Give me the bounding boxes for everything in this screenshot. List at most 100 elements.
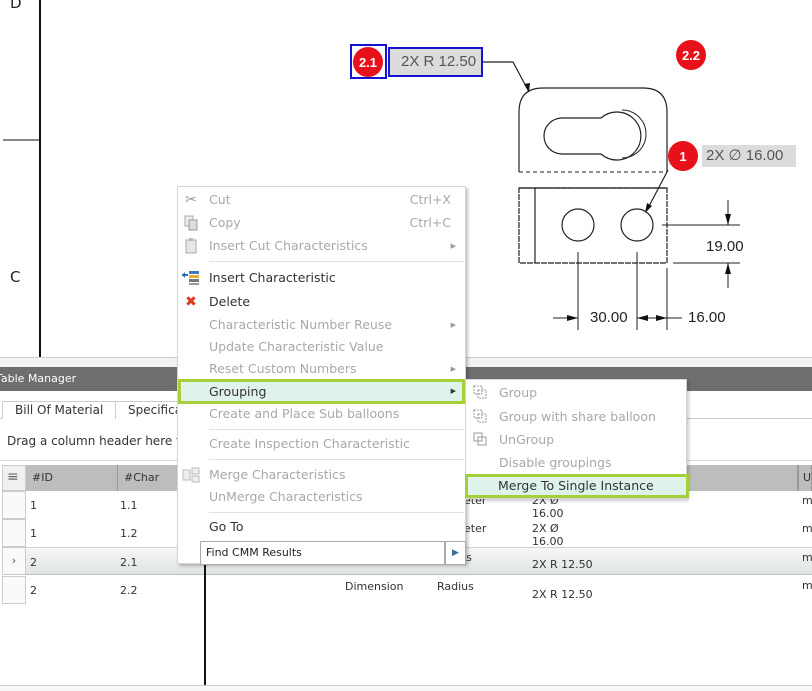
balloon-2-1[interactable]: 2.1 [353, 47, 383, 77]
dimension-spacing[interactable]: 30.00 [590, 309, 628, 326]
menu-item-label: Copy [209, 215, 241, 230]
menu-item-merge-characteristics[interactable]: Merge Characteristics [178, 464, 465, 486]
menu-item-label: Reset Custom Numbers [209, 361, 357, 376]
column-header-id[interactable]: #ID [26, 465, 118, 491]
submenu-item-ungroup[interactable]: UnGroup [466, 428, 686, 451]
menu-item-create-inspection-characteristic[interactable]: Create Inspection Characteristic [178, 433, 465, 455]
cell-id: 1 [30, 499, 37, 512]
scissors-icon: ✂ [185, 192, 197, 208]
menu-item-label: Cut [209, 192, 231, 207]
leader-line-2-1 [483, 61, 530, 93]
cell-char: 2.1 [120, 556, 138, 569]
menu-item-cut[interactable]: ✂ Cut Ctrl+X [178, 189, 465, 211]
insert-characteristic-icon [182, 270, 200, 286]
row-header[interactable] [2, 491, 26, 519]
dimension-edge[interactable]: 16.00 [688, 309, 726, 326]
zone-letter-d: D [10, 0, 22, 12]
part-outline-upper [518, 87, 668, 172]
menu-item-insert-characteristic[interactable]: Insert Characteristic [178, 267, 465, 289]
keyhole-slot [543, 111, 642, 161]
find-cmm-results-button[interactable]: ▶ [445, 541, 466, 565]
column-chooser-icon[interactable]: ≡ [2, 465, 26, 491]
menu-item-reset-custom-numbers[interactable]: Reset Custom Numbers ▶ [178, 358, 465, 380]
menu-item-label: Insert Characteristic [209, 270, 336, 285]
submenu-item-label: Disable groupings [499, 455, 612, 470]
submenu-item-group-with-share-balloon[interactable]: Group with share balloon [466, 405, 686, 428]
cell-value-line1: 2X Ø [532, 522, 559, 535]
submenu-arrow-icon: ▶ [450, 242, 456, 250]
find-cmm-results-field[interactable]: Find CMM Results [200, 541, 445, 565]
cell-unit: m [802, 579, 812, 592]
balloon-2-2[interactable]: 2.2 [676, 40, 706, 70]
cell-value: 2X Ø 16.00 [532, 522, 564, 548]
menu-item-go-to[interactable]: Go To [178, 516, 465, 538]
column-header-unit[interactable]: U [798, 465, 812, 491]
row-indicator[interactable]: › [2, 547, 26, 575]
cell-unit: m [802, 551, 812, 564]
menu-item-copy[interactable]: Copy Ctrl+C [178, 212, 465, 234]
menu-item-label: Create and Place Sub balloons [209, 406, 400, 421]
dimension-height[interactable]: 19.00 [706, 238, 744, 255]
submenu-item-label: Group with share balloon [499, 409, 656, 424]
menu-item-label: Create Inspection Characteristic [209, 436, 410, 451]
group-share-icon [472, 408, 488, 424]
menu-item-create-place-sub-balloons[interactable]: Create and Place Sub balloons [178, 403, 465, 425]
menu-item-label: Insert Cut Characteristics [209, 238, 368, 253]
menu-item-update-characteristic-value[interactable]: Update Characteristic Value [178, 336, 465, 358]
grouping-submenu: Group Group with share balloon UnGroup D… [465, 379, 689, 499]
cell-char: 2.2 [120, 584, 138, 597]
submenu-item-group[interactable]: Group [466, 381, 686, 404]
menu-item-delete[interactable]: ✖ Delete [178, 291, 465, 313]
menu-item-label: Delete [209, 294, 251, 309]
submenu-item-label: Merge To Single Instance [498, 478, 654, 493]
menu-item-shortcut: Ctrl+X [409, 192, 451, 207]
hole-right [620, 208, 654, 242]
submenu-item-label: UnGroup [499, 432, 555, 447]
menu-item-shortcut: Ctrl+C [409, 215, 451, 230]
menu-item-label: UnMerge Characteristics [209, 489, 363, 504]
menu-item-label: Merge Characteristics [209, 467, 346, 482]
cell-char: 1.1 [120, 499, 138, 512]
menu-item-grouping[interactable]: Grouping ▶ [178, 379, 465, 404]
cell-id: 2 [30, 584, 37, 597]
row-header[interactable] [2, 519, 26, 547]
cell-id: 1 [30, 527, 37, 540]
submenu-arrow-icon: ▶ [450, 387, 456, 395]
menu-item-label: Grouping [209, 384, 267, 399]
submenu-arrow-icon: ▶ [450, 321, 456, 329]
cell-char: 1.2 [120, 527, 138, 540]
submenu-item-disable-groupings[interactable]: Disable groupings [466, 451, 686, 474]
table-row[interactable]: 2 2.2 Dimension Radius 2X R 12.50 m [2, 576, 812, 604]
copy-icon [182, 215, 200, 231]
table-manager-title: Table Manager [0, 372, 77, 385]
horizontal-scrollbar[interactable] [0, 685, 812, 691]
part-outline-lower [518, 187, 668, 264]
menu-item-insert-cut-characteristics[interactable]: Insert Cut Characteristics ▶ [178, 235, 465, 257]
ungroup-icon [472, 431, 488, 447]
cell-unit: m [802, 522, 812, 535]
balloon-1[interactable]: 1 [668, 141, 698, 171]
menu-separator [209, 459, 464, 460]
balloon-2-1-tag[interactable]: 2X R 12.50 [397, 51, 480, 73]
tab-bill-of-material[interactable]: Bill Of Material [2, 401, 117, 419]
cell-type: Dimension [345, 580, 404, 593]
menu-item-unmerge-characteristics[interactable]: UnMerge Characteristics [178, 486, 465, 508]
drawing-line-overlay [204, 562, 206, 685]
hole-left [561, 208, 595, 242]
row-header[interactable] [2, 576, 26, 604]
menu-separator [209, 512, 464, 513]
cell-value: 2X R 12.50 [532, 558, 593, 571]
menu-item-characteristic-number-reuse[interactable]: Characteristic Number Reuse ▶ [178, 314, 465, 336]
submenu-arrow-icon: ▶ [450, 365, 456, 373]
cell-subtype: Radius [437, 580, 474, 593]
submenu-item-merge-to-single-instance[interactable]: Merge To Single Instance [465, 474, 689, 498]
context-menu: ✂ Cut Ctrl+X Copy Ctrl+C Insert Cut Char… [177, 186, 466, 565]
cell-id: 2 [30, 556, 37, 569]
merge-icon [182, 467, 200, 483]
menu-separator [209, 429, 464, 430]
balloon-1-tag[interactable]: 2X ∅ 16.00 [702, 145, 796, 167]
cell-unit: m [802, 494, 812, 507]
paste-icon [182, 238, 200, 254]
cell-value: 2X R 12.50 [532, 588, 593, 601]
menu-item-label: Go To [209, 519, 244, 534]
